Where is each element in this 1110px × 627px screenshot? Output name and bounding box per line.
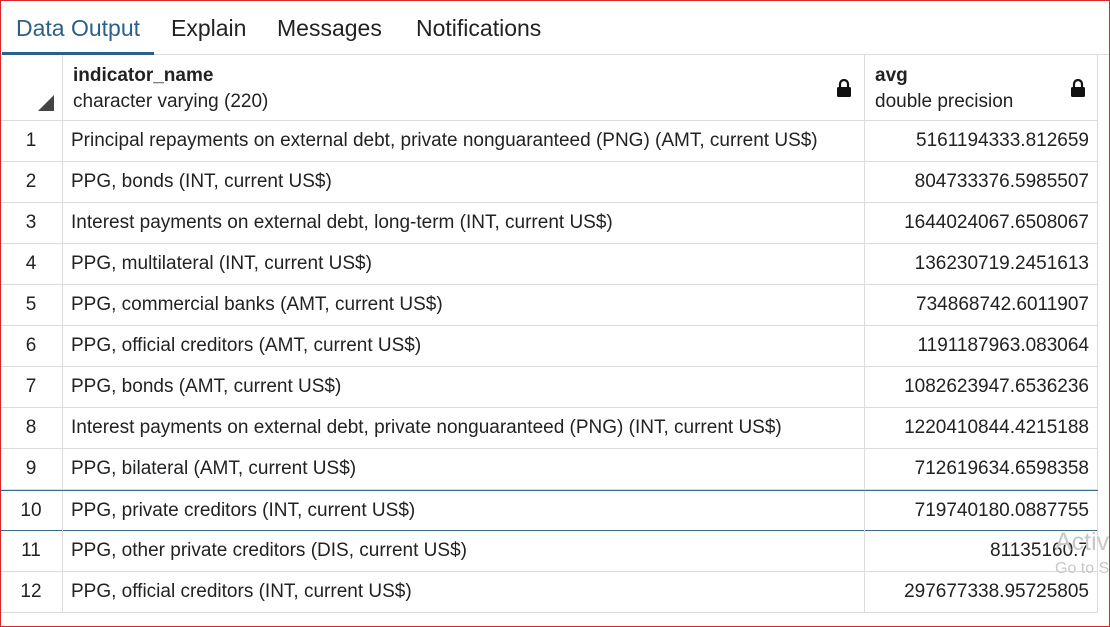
cell-avg[interactable]: 1644024067.6508067 [865, 203, 1098, 243]
column-header-indicator-name[interactable]: indicator_name character varying (220) [63, 55, 865, 121]
cell-indicator-name[interactable]: PPG, multilateral (INT, current US$) [63, 244, 865, 284]
table-row[interactable]: 7 PPG, bonds (AMT, current US$) 1082623947… [0, 367, 1098, 408]
cell-indicator-name[interactable]: PPG, bilateral (AMT, current US$) [63, 449, 865, 489]
cell-avg[interactable]: 734868742.6011907 [865, 285, 1098, 325]
column-name: indicator_name [73, 65, 214, 86]
row-number[interactable]: 11 [0, 531, 63, 571]
cell-indicator-name[interactable]: Interest payments on external debt, priv… [63, 408, 865, 448]
cell-indicator-name[interactable]: PPG, official creditors (AMT, current US… [63, 326, 865, 366]
row-number[interactable]: 4 [0, 244, 63, 284]
table-row[interactable]: 3 Interest payments on external debt, lon… [0, 203, 1098, 244]
column-name: avg [875, 65, 908, 86]
cell-avg[interactable]: 712619634.6598358 [865, 449, 1098, 489]
cell-avg[interactable]: 5161194333.812659 [865, 121, 1098, 161]
cell-avg[interactable]: 297677338.95725805 [865, 572, 1098, 612]
row-number[interactable]: 3 [0, 203, 63, 243]
lock-icon [837, 79, 851, 97]
row-number[interactable]: 12 [0, 572, 63, 612]
row-number[interactable]: 1 [0, 121, 63, 161]
result-tabs: Data Output Explain Messages Notificatio… [0, 0, 1110, 55]
table-row[interactable]: 9 PPG, bilateral (AMT, current US$) 712619… [0, 449, 1098, 490]
row-number[interactable]: 5 [0, 285, 63, 325]
row-number[interactable]: 10 [0, 491, 63, 531]
cell-avg[interactable]: 81135160.7 [865, 531, 1098, 571]
tab-data-output[interactable]: Data Output [2, 0, 155, 55]
cell-indicator-name[interactable]: Interest payments on external debt, long… [63, 203, 865, 243]
table-row[interactable]: 1 Principal repayments on external debt, … [0, 121, 1098, 162]
table-row[interactable]: 2 PPG, bonds (INT, current US$) 804733376.… [0, 162, 1098, 203]
table-row[interactable]: 6 PPG, official creditors (AMT, current U… [0, 326, 1098, 367]
cell-indicator-name[interactable]: PPG, commercial banks (AMT, current US$) [63, 285, 865, 325]
row-number[interactable]: 7 [0, 367, 63, 407]
row-number[interactable]: 6 [0, 326, 63, 366]
cell-avg[interactable]: 136230719.2451613 [865, 244, 1098, 284]
table-row[interactable]: 8 Interest payments on external debt, pri… [0, 408, 1098, 449]
cell-indicator-name[interactable]: PPG, bonds (AMT, current US$) [63, 367, 865, 407]
cell-avg[interactable]: 1082623947.6536236 [865, 367, 1098, 407]
lock-icon [1071, 79, 1085, 97]
cell-indicator-name[interactable]: Principal repayments on external debt, p… [63, 121, 865, 161]
table-row[interactable]: 12 PPG, official creditors (INT, current … [0, 572, 1098, 613]
row-number[interactable]: 2 [0, 162, 63, 202]
table-row[interactable]: 10 PPG, private creditors (INT, current U… [0, 490, 1098, 531]
cell-avg[interactable]: 719740180.0887755 [865, 491, 1098, 531]
column-type: double precision [875, 91, 1014, 112]
row-number[interactable]: 9 [0, 449, 63, 489]
tab-notifications[interactable]: Notifications [416, 0, 541, 52]
row-number[interactable]: 8 [0, 408, 63, 448]
table-row[interactable]: 5 PPG, commercial banks (AMT, current US$… [0, 285, 1098, 326]
cell-indicator-name[interactable]: PPG, other private creditors (DIS, curre… [63, 531, 865, 571]
cell-avg[interactable]: 804733376.5985507 [865, 162, 1098, 202]
cell-avg[interactable]: 1220410844.4215188 [865, 408, 1098, 448]
cell-indicator-name[interactable]: PPG, bonds (INT, current US$) [63, 162, 865, 202]
table-row[interactable]: 4 PPG, multilateral (INT, current US$) 136… [0, 244, 1098, 285]
select-all-corner[interactable] [0, 55, 63, 121]
cell-indicator-name[interactable]: PPG, private creditors (INT, current US$… [63, 491, 865, 531]
table-row[interactable]: 11 PPG, other private creditors (DIS, cur… [0, 531, 1098, 572]
column-header-avg[interactable]: avg double precision [865, 55, 1098, 121]
cell-indicator-name[interactable]: PPG, official creditors (INT, current US… [63, 572, 865, 612]
tab-messages[interactable]: Messages [277, 0, 382, 52]
tab-explain[interactable]: Explain [171, 0, 246, 52]
column-type: character varying (220) [73, 91, 269, 112]
cell-avg[interactable]: 1191187963.083064 [865, 326, 1098, 366]
corner-triangle-icon [38, 95, 54, 111]
